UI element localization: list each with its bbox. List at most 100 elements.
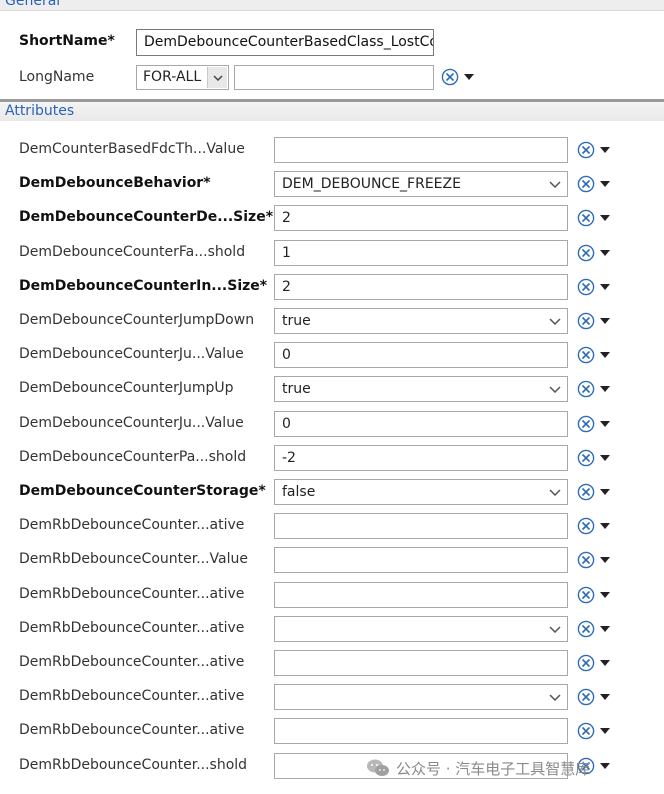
attribute-label: DemRbDebounceCounter...ative <box>19 688 245 704</box>
reset-x-icon[interactable] <box>577 244 595 262</box>
attribute-select[interactable]: true <box>274 308 568 334</box>
attribute-label: DemRbDebounceCounter...Value <box>19 551 249 567</box>
dropdown-triangle-icon[interactable] <box>600 215 610 221</box>
reset-x-icon[interactable] <box>577 209 595 227</box>
dropdown-triangle-icon[interactable] <box>600 557 610 563</box>
reset-x-icon[interactable] <box>441 68 459 86</box>
attribute-input[interactable] <box>274 650 568 676</box>
attribute-select[interactable] <box>274 684 568 710</box>
reset-x-icon[interactable] <box>577 654 595 672</box>
dropdown-triangle-icon[interactable] <box>600 763 610 769</box>
attribute-input[interactable]: 1 <box>274 240 568 266</box>
attribute-value: true <box>282 381 311 397</box>
section-title-attributes: Attributes <box>5 103 75 119</box>
attribute-input[interactable]: -2 <box>274 445 568 471</box>
reset-x-icon[interactable] <box>577 517 595 535</box>
dropdown-triangle-icon[interactable] <box>600 147 610 153</box>
reset-x-icon[interactable] <box>577 141 595 159</box>
reset-x-icon[interactable] <box>577 551 595 569</box>
attribute-select[interactable]: false <box>274 479 568 505</box>
dropdown-triangle-icon[interactable] <box>600 421 610 427</box>
attribute-label: DemDebounceCounterStorage* <box>19 483 266 499</box>
reset-x-icon[interactable] <box>577 483 595 501</box>
dropdown-triangle-icon[interactable] <box>600 694 610 700</box>
dropdown-triangle-icon[interactable] <box>600 284 610 290</box>
attribute-select[interactable]: DEM_DEBOUNCE_FREEZE <box>274 171 568 197</box>
reset-x-icon[interactable] <box>577 312 595 330</box>
attribute-input[interactable] <box>274 582 568 608</box>
shortname-field[interactable]: DemDebounceCounterBasedClass_LostCom <box>136 29 434 56</box>
attribute-label: DemRbDebounceCounter...ative <box>19 620 245 636</box>
attribute-select[interactable]: true <box>274 376 568 402</box>
attribute-controls <box>577 517 613 537</box>
dropdown-triangle-icon[interactable] <box>600 626 610 632</box>
attribute-input[interactable] <box>274 547 568 573</box>
section-title-general: General <box>5 0 61 9</box>
watermark: 公众号 · 汽车电子工具智慧库 <box>366 757 590 779</box>
attribute-label: DemDebounceCounterJumpDown <box>19 312 255 328</box>
attribute-controls <box>577 278 613 298</box>
attribute-controls <box>577 312 613 332</box>
reset-x-icon[interactable] <box>577 175 595 193</box>
attribute-label: DemDebounceCounterPa...shold <box>19 449 247 465</box>
reset-x-icon[interactable] <box>577 688 595 706</box>
reset-x-icon[interactable] <box>577 586 595 604</box>
attribute-controls <box>577 244 613 264</box>
watermark-text: 公众号 · 汽车电子工具智慧库 <box>396 759 591 778</box>
attribute-value: DEM_DEBOUNCE_FREEZE <box>282 176 461 192</box>
attribute-controls <box>577 380 613 400</box>
dropdown-triangle-icon[interactable] <box>600 181 610 187</box>
attribute-label: DemDebounceBehavior* <box>19 175 211 191</box>
attribute-input[interactable]: 2 <box>274 205 568 231</box>
chevron-down-icon <box>207 67 227 88</box>
attribute-label: DemDebounceCounterDe...Size* <box>19 209 274 225</box>
reset-x-icon[interactable] <box>577 278 595 296</box>
longname-field[interactable] <box>234 65 434 90</box>
attribute-controls <box>577 209 613 229</box>
attribute-value: 2 <box>282 210 291 226</box>
attribute-input[interactable] <box>274 718 568 744</box>
dropdown-triangle-icon[interactable] <box>600 489 610 495</box>
language-select[interactable]: FOR-ALL <box>136 65 229 90</box>
reset-x-icon[interactable] <box>577 722 595 740</box>
section-header-attributes: Attributes <box>0 99 664 121</box>
section-header-general: General <box>0 0 664 11</box>
attribute-value: true <box>282 313 311 329</box>
dropdown-triangle-icon[interactable] <box>600 250 610 256</box>
shortname-label: ShortName* <box>19 33 115 49</box>
dropdown-triangle-icon[interactable] <box>600 728 610 734</box>
longname-label: LongName <box>19 69 95 85</box>
dropdown-triangle-icon[interactable] <box>600 592 610 598</box>
attribute-label: DemCounterBasedFdcTh...Value <box>19 141 245 157</box>
attribute-input[interactable] <box>274 137 568 163</box>
chevron-down-icon <box>548 617 562 641</box>
attribute-value: false <box>282 484 316 500</box>
reset-x-icon[interactable] <box>577 449 595 467</box>
reset-x-icon[interactable] <box>577 380 595 398</box>
dropdown-triangle-icon[interactable] <box>600 455 610 461</box>
attribute-label: DemRbDebounceCounter...ative <box>19 586 245 602</box>
attribute-value: 0 <box>282 416 291 432</box>
reset-x-icon[interactable] <box>577 346 595 364</box>
chevron-down-icon <box>548 377 562 401</box>
attribute-label: DemRbDebounceCounter...ative <box>19 654 245 670</box>
reset-x-icon[interactable] <box>577 415 595 433</box>
attribute-input[interactable]: 2 <box>274 274 568 300</box>
attribute-label: DemRbDebounceCounter...shold <box>19 757 248 773</box>
dropdown-triangle-icon[interactable] <box>600 318 610 324</box>
dropdown-triangle-icon[interactable] <box>600 386 610 392</box>
chevron-down-icon <box>548 480 562 504</box>
reset-x-icon[interactable] <box>577 620 595 638</box>
attribute-input[interactable] <box>274 513 568 539</box>
attribute-controls <box>577 551 613 571</box>
dropdown-triangle-icon[interactable] <box>600 523 610 529</box>
dropdown-triangle-icon[interactable] <box>600 352 610 358</box>
attribute-controls <box>577 688 613 708</box>
dropdown-triangle-icon[interactable] <box>464 74 474 80</box>
attribute-label: DemDebounceCounterFa...shold <box>19 244 246 260</box>
attribute-input[interactable]: 0 <box>274 342 568 368</box>
attribute-input[interactable]: 0 <box>274 411 568 437</box>
attribute-label: DemDebounceCounterIn...Size* <box>19 278 268 294</box>
attribute-select[interactable] <box>274 616 568 642</box>
dropdown-triangle-icon[interactable] <box>600 660 610 666</box>
